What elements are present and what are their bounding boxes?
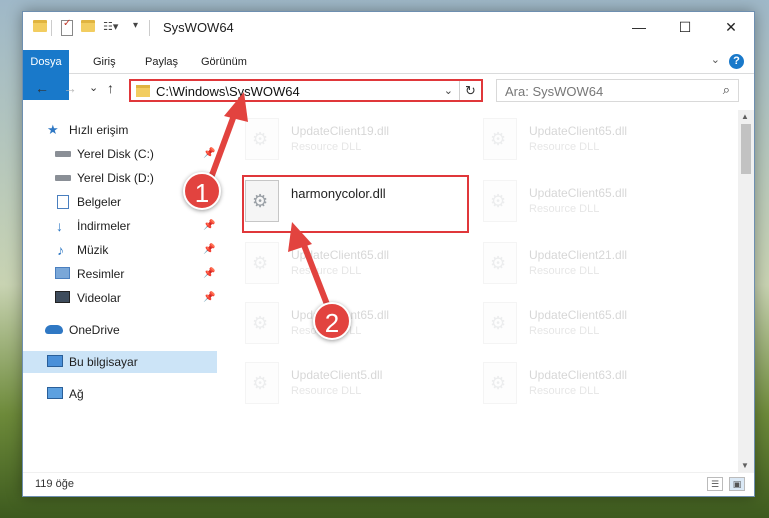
step-2-badge: 2 xyxy=(313,302,351,340)
arrow-2-line xyxy=(299,238,333,314)
annotation-arrows xyxy=(205,92,333,314)
arrow-2-head xyxy=(288,222,312,252)
arrow-1-head xyxy=(224,92,248,122)
step-1-badge: 1 xyxy=(183,172,221,210)
